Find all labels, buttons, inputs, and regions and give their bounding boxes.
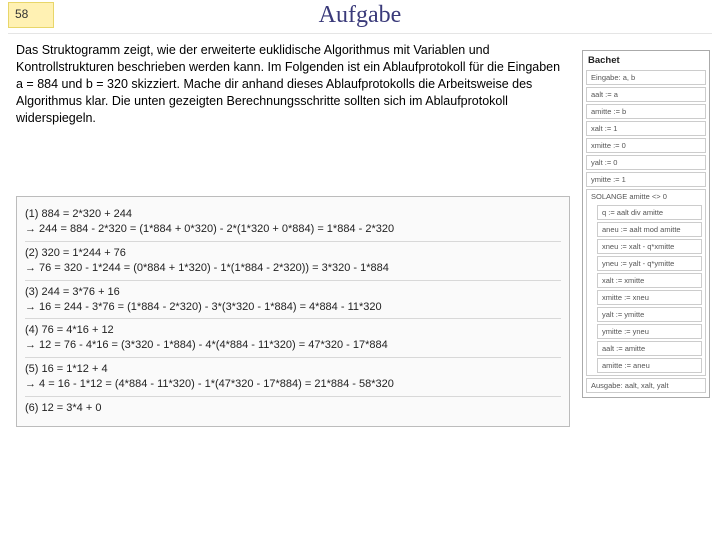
calc-derivation: → 244 = 884 - 2*320 = (1*884 + 0*320) - … (25, 222, 561, 237)
struktogramm-init: xalt := 1 (586, 121, 706, 136)
calc-step: (4) 76 = 4*16 + 12 → 12 = 76 - 4*16 = (3… (25, 319, 561, 358)
calc-derivation: → 16 = 244 - 3*76 = (1*884 - 2*320) - 3*… (25, 300, 561, 315)
struktogramm-stmt: amitte := aneu (597, 358, 702, 373)
struktogramm-init: amitte := b (586, 104, 706, 119)
struktogramm-stmt: xalt := xmitte (597, 273, 702, 288)
calc-derivation: → 4 = 16 - 1*12 = (4*884 - 11*320) - 1*(… (25, 377, 561, 392)
calc-step: (2) 320 = 1*244 + 76 → 76 = 320 - 1*244 … (25, 242, 561, 281)
calc-equation: (3) 244 = 3*76 + 16 (25, 285, 561, 300)
struktogramm-stmt: yneu := yalt - q*ymitte (597, 256, 702, 271)
calc-equation: (4) 76 = 4*16 + 12 (25, 323, 561, 338)
calc-equation: (5) 16 = 1*12 + 4 (25, 362, 561, 377)
calc-step: (1) 884 = 2*320 + 244 → 244 = 884 - 2*32… (25, 203, 561, 242)
calc-equation: (6) 12 = 3*4 + 0 (25, 401, 561, 416)
struktogramm: Bachet Eingabe: a, b aalt := a amitte :=… (582, 50, 710, 398)
calc-step: (5) 16 = 1*12 + 4 → 4 = 16 - 1*12 = (4*8… (25, 358, 561, 397)
struktogramm-title: Bachet (583, 51, 709, 68)
struktogramm-stmt: xmitte := xneu (597, 290, 702, 305)
struktogramm-init: aalt := a (586, 87, 706, 102)
calc-equation: (2) 320 = 1*244 + 76 (25, 246, 561, 261)
struktogramm-init: yalt := 0 (586, 155, 706, 170)
calc-step: (3) 244 = 3*76 + 16 → 16 = 244 - 3*76 = … (25, 281, 561, 320)
struktogramm-output: Ausgabe: aalt, xalt, yalt (586, 378, 706, 393)
struktogramm-stmt: q := aalt div amitte (597, 205, 702, 220)
struktogramm-stmt: aneu := aalt mod amitte (597, 222, 702, 237)
struktogramm-input: Eingabe: a, b (586, 70, 706, 85)
calc-step: (6) 12 = 3*4 + 0 (25, 397, 561, 420)
struktogramm-stmt: xneu := xalt - q*xmitte (597, 239, 702, 254)
calc-derivation: → 12 = 76 - 4*16 = (3*320 - 1*884) - 4*(… (25, 338, 561, 353)
slide-title: Aufgabe (8, 2, 712, 29)
struktogramm-loop: SOLANGE amitte <> 0 q := aalt div amitte… (586, 189, 706, 376)
struktogramm-loop-condition: SOLANGE amitte <> 0 (587, 190, 705, 203)
calc-derivation: → 76 = 320 - 1*244 = (0*884 + 1*320) - 1… (25, 261, 561, 276)
struktogramm-init: xmitte := 0 (586, 138, 706, 153)
calculations-box: (1) 884 = 2*320 + 244 → 244 = 884 - 2*32… (16, 196, 570, 426)
body-paragraph: Das Struktogramm zeigt, wie der erweiter… (16, 42, 570, 126)
struktogramm-stmt: yalt := ymitte (597, 307, 702, 322)
calc-equation: (1) 884 = 2*320 + 244 (25, 207, 561, 222)
struktogramm-stmt: aalt := amitte (597, 341, 702, 356)
struktogramm-stmt: ymitte := yneu (597, 324, 702, 339)
struktogramm-init: ymitte := 1 (586, 172, 706, 187)
